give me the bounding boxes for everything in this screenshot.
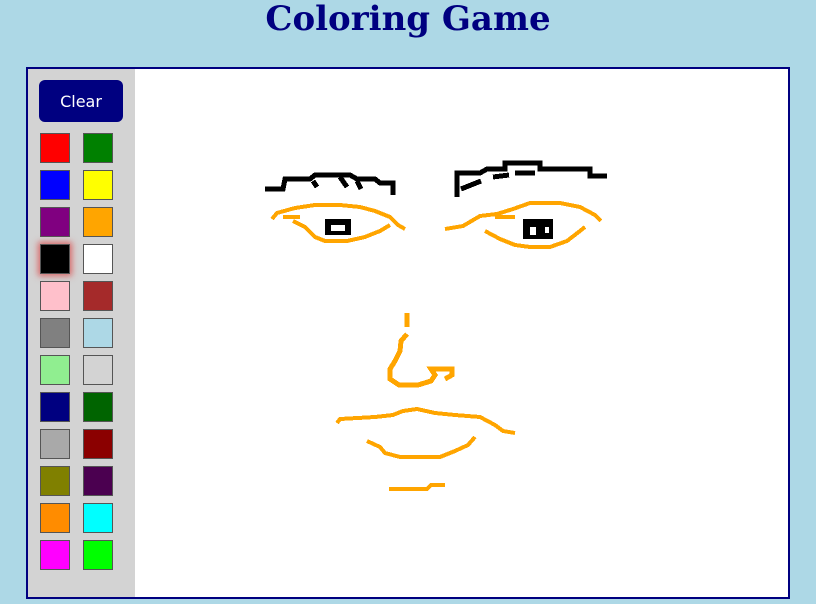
color-swatch-blue[interactable]	[40, 170, 70, 200]
palette-panel: Clear	[28, 69, 135, 597]
left-eye	[270, 203, 406, 243]
color-swatch-green[interactable]	[83, 133, 113, 163]
left-eyebrow	[265, 172, 396, 195]
color-swatch-lightgreen[interactable]	[40, 355, 70, 385]
nose	[387, 313, 455, 388]
color-swatch-lime[interactable]	[83, 540, 113, 570]
color-swatch-darkpurple[interactable]	[83, 466, 113, 496]
color-swatch-cyan[interactable]	[83, 503, 113, 533]
clear-button[interactable]: Clear	[39, 80, 123, 122]
color-swatch-lightblue[interactable]	[83, 318, 113, 348]
color-swatch-brown[interactable]	[83, 281, 113, 311]
color-swatch-purple[interactable]	[40, 207, 70, 237]
page-title: Coloring Game	[265, 0, 551, 39]
color-swatch-pink[interactable]	[40, 281, 70, 311]
color-swatch-gray[interactable]	[40, 318, 70, 348]
drawing-canvas[interactable]	[135, 69, 788, 597]
color-swatch-navy[interactable]	[40, 392, 70, 422]
coloring-game: Clear	[26, 67, 790, 599]
color-swatch-darkgray[interactable]	[40, 429, 70, 459]
color-swatch-magenta[interactable]	[40, 540, 70, 570]
color-swatch-lightgray[interactable]	[83, 355, 113, 385]
right-eye	[444, 201, 603, 249]
color-swatch-white[interactable]	[83, 244, 113, 274]
color-swatch-orange[interactable]	[83, 207, 113, 237]
color-swatch-red[interactable]	[40, 133, 70, 163]
mouth	[335, 406, 516, 491]
right-eyebrow	[454, 160, 607, 197]
color-swatch-darkred[interactable]	[83, 429, 113, 459]
color-swatch-darkgreen[interactable]	[83, 392, 113, 422]
color-swatch-yellow[interactable]	[83, 170, 113, 200]
color-swatch-darkorange[interactable]	[40, 503, 70, 533]
color-swatch-black[interactable]	[40, 244, 70, 274]
color-swatch-olive[interactable]	[40, 466, 70, 496]
